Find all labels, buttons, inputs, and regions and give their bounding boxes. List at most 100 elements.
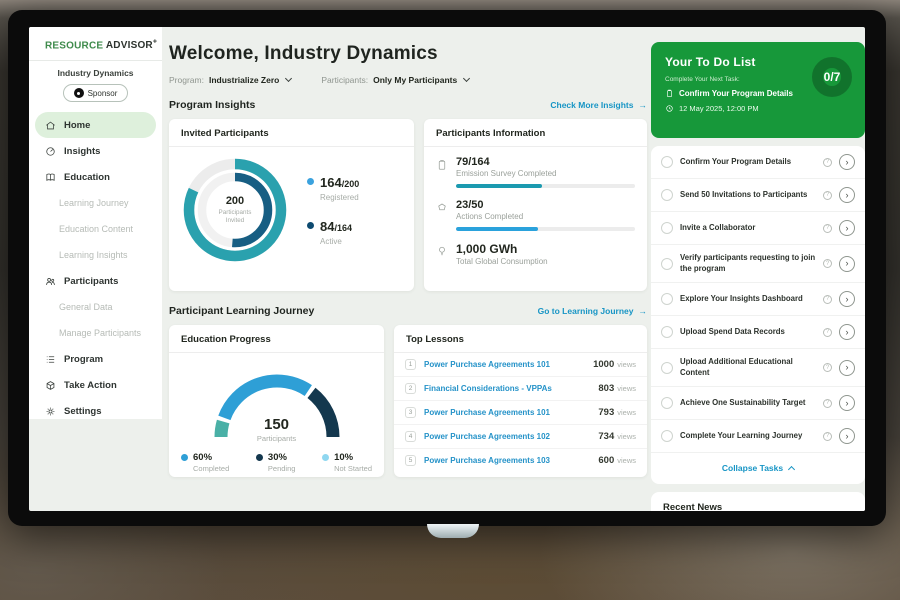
chevron-down-icon — [463, 75, 470, 82]
actions-completed-row: 23/50 Actions Completed — [436, 199, 635, 231]
chevron-right-button[interactable]: › — [839, 291, 855, 307]
arrow-right-icon: → — [639, 100, 648, 110]
recent-news-title: Recent News — [663, 502, 853, 511]
collapse-tasks-link[interactable]: Collapse Tasks — [651, 453, 865, 484]
clock-icon — [665, 104, 674, 113]
sidebar-item-insights[interactable]: Insights — [29, 138, 162, 164]
lesson-row: 4 Power Purchase Agreements 102 734 view… — [394, 425, 647, 449]
home-icon — [45, 120, 56, 131]
todo-progress-value: 0/7 — [824, 70, 841, 84]
chevron-right-button[interactable]: › — [839, 324, 855, 340]
sidebar-item-education[interactable]: Education — [29, 164, 162, 190]
sidebar-item-take-action[interactable]: Take Action — [29, 372, 162, 398]
task-checkbox[interactable] — [661, 258, 673, 270]
task-checkbox[interactable] — [661, 430, 673, 442]
task-checkbox[interactable] — [661, 222, 673, 234]
list-icon — [45, 354, 56, 365]
chevron-right-button[interactable]: › — [839, 395, 855, 411]
sidebar-item-participants[interactable]: Participants — [29, 268, 162, 294]
invited-participants-card: Invited Participants — [169, 119, 414, 291]
todo-task-row[interactable]: Achieve One Sustainability Target ? › — [651, 387, 865, 420]
sidebar-item-learning-insights[interactable]: Learning Insights — [29, 242, 162, 268]
task-checkbox[interactable] — [661, 397, 673, 409]
emission-survey-row: 79/164 Emission Survey Completed — [436, 156, 635, 188]
page-title: Welcome, Industry Dynamics — [169, 43, 647, 65]
legend-dot — [256, 454, 263, 461]
sidebar-item-learning-journey[interactable]: Learning Journey — [29, 190, 162, 216]
lesson-views-count: 600 — [598, 455, 614, 466]
task-checkbox[interactable] — [661, 189, 673, 201]
lesson-views-count: 803 — [598, 383, 614, 394]
chevron-right-button[interactable]: › — [839, 256, 855, 272]
logo-secondary: ADVISOR+ — [106, 40, 157, 51]
todo-task-row[interactable]: Verify participants requesting to join t… — [651, 245, 865, 283]
todo-task-row[interactable]: Upload Spend Data Records ? › — [651, 316, 865, 349]
sidebar-item-general-data[interactable]: General Data — [29, 294, 162, 320]
task-label: Send 50 Invitations to Participants — [680, 190, 816, 201]
legend-pending: 30% Pending — [256, 452, 296, 473]
action-box-icon — [45, 380, 56, 391]
info-icon: ? — [823, 328, 832, 337]
main-content: Welcome, Industry Dynamics Program: Indu… — [169, 27, 647, 511]
sidebar-divider — [29, 60, 162, 61]
task-label: Confirm Your Program Details — [680, 157, 816, 168]
task-label: Explore Your Insights Dashboard — [680, 294, 816, 305]
program-insights-title: Program Insights — [169, 99, 255, 111]
task-checkbox[interactable] — [661, 362, 673, 374]
lesson-views-suffix: views — [617, 456, 636, 465]
check-more-insights-link[interactable]: Check More Insights → — [550, 100, 647, 110]
todo-task-row[interactable]: Confirm Your Program Details ? › — [651, 146, 865, 179]
monitor-stand — [427, 524, 479, 538]
donut-center-label: Participants Invited — [211, 209, 259, 225]
people-icon — [45, 276, 56, 287]
book-icon — [45, 172, 56, 183]
sponsor-label: Sponsor — [88, 89, 118, 98]
go-to-learning-journey-link[interactable]: Go to Learning Journey → — [538, 306, 647, 316]
top-lessons-card: Top Lessons 1 Power Purchase Agreements … — [394, 325, 647, 477]
lesson-views-count: 1000 — [593, 359, 614, 370]
lesson-rank-badge: 3 — [405, 407, 416, 418]
lesson-link[interactable]: Power Purchase Agreements 103 — [424, 456, 598, 465]
todo-due-date: 12 May 2025, 12:00 PM — [665, 104, 851, 113]
gauge-center-label: Participants — [202, 434, 352, 443]
todo-task-row[interactable]: Explore Your Insights Dashboard ? › — [651, 283, 865, 316]
participants-dropdown[interactable]: Participants: Only My Participants — [321, 75, 469, 85]
task-label: Verify participants requesting to join t… — [680, 253, 816, 274]
chevron-right-button[interactable]: › — [839, 154, 855, 170]
sponsor-badge: Sponsor — [63, 84, 129, 102]
lesson-link[interactable]: Power Purchase Agreements 101 — [424, 360, 593, 369]
todo-task-row[interactable]: Invite a Collaborator ? › — [651, 212, 865, 245]
todo-task-row[interactable]: Upload Additional Educational Content ? … — [651, 349, 865, 387]
chevron-right-button[interactable]: › — [839, 428, 855, 444]
chevron-right-button[interactable]: › — [839, 360, 855, 376]
todo-task-row[interactable]: Complete Your Learning Journey ? › — [651, 420, 865, 453]
lesson-views-suffix: views — [617, 432, 636, 441]
task-checkbox[interactable] — [661, 326, 673, 338]
sidebar-item-home[interactable]: Home — [35, 112, 156, 138]
actions-icon — [436, 202, 448, 214]
legend-dot — [307, 222, 314, 229]
sidebar-item-education-content[interactable]: Education Content — [29, 216, 162, 242]
task-checkbox[interactable] — [661, 156, 673, 168]
lesson-link[interactable]: Power Purchase Agreements 101 — [424, 408, 598, 417]
task-checkbox[interactable] — [661, 293, 673, 305]
sidebar-item-settings[interactable]: Settings — [29, 398, 162, 424]
gauge-center-value: 150 — [202, 416, 352, 433]
chevron-right-button[interactable]: › — [839, 220, 855, 236]
lesson-link[interactable]: Power Purchase Agreements 102 — [424, 432, 598, 441]
sidebar-item-manage-participants[interactable]: Manage Participants — [29, 320, 162, 346]
logo-primary: RESOURCE — [45, 40, 103, 51]
sidebar-item-program[interactable]: Program — [29, 346, 162, 372]
lesson-link[interactable]: Financial Considerations - VPPAs — [424, 384, 598, 393]
legend-completed: 60% Completed — [181, 452, 229, 473]
task-label: Achieve One Sustainability Target — [680, 398, 816, 409]
chevron-right-button[interactable]: › — [839, 187, 855, 203]
chevron-up-icon — [788, 466, 795, 473]
lesson-row: 5 Power Purchase Agreements 103 600 view… — [394, 449, 647, 472]
lesson-views-suffix: views — [617, 360, 636, 369]
lesson-row: 3 Power Purchase Agreements 101 793 view… — [394, 401, 647, 425]
actions-progress-bar — [456, 227, 635, 231]
todo-task-row[interactable]: Send 50 Invitations to Participants ? › — [651, 179, 865, 212]
app-logo: RESOURCE ADVISOR+ — [29, 27, 162, 51]
program-dropdown[interactable]: Program: Industrialize Zero — [169, 75, 291, 85]
